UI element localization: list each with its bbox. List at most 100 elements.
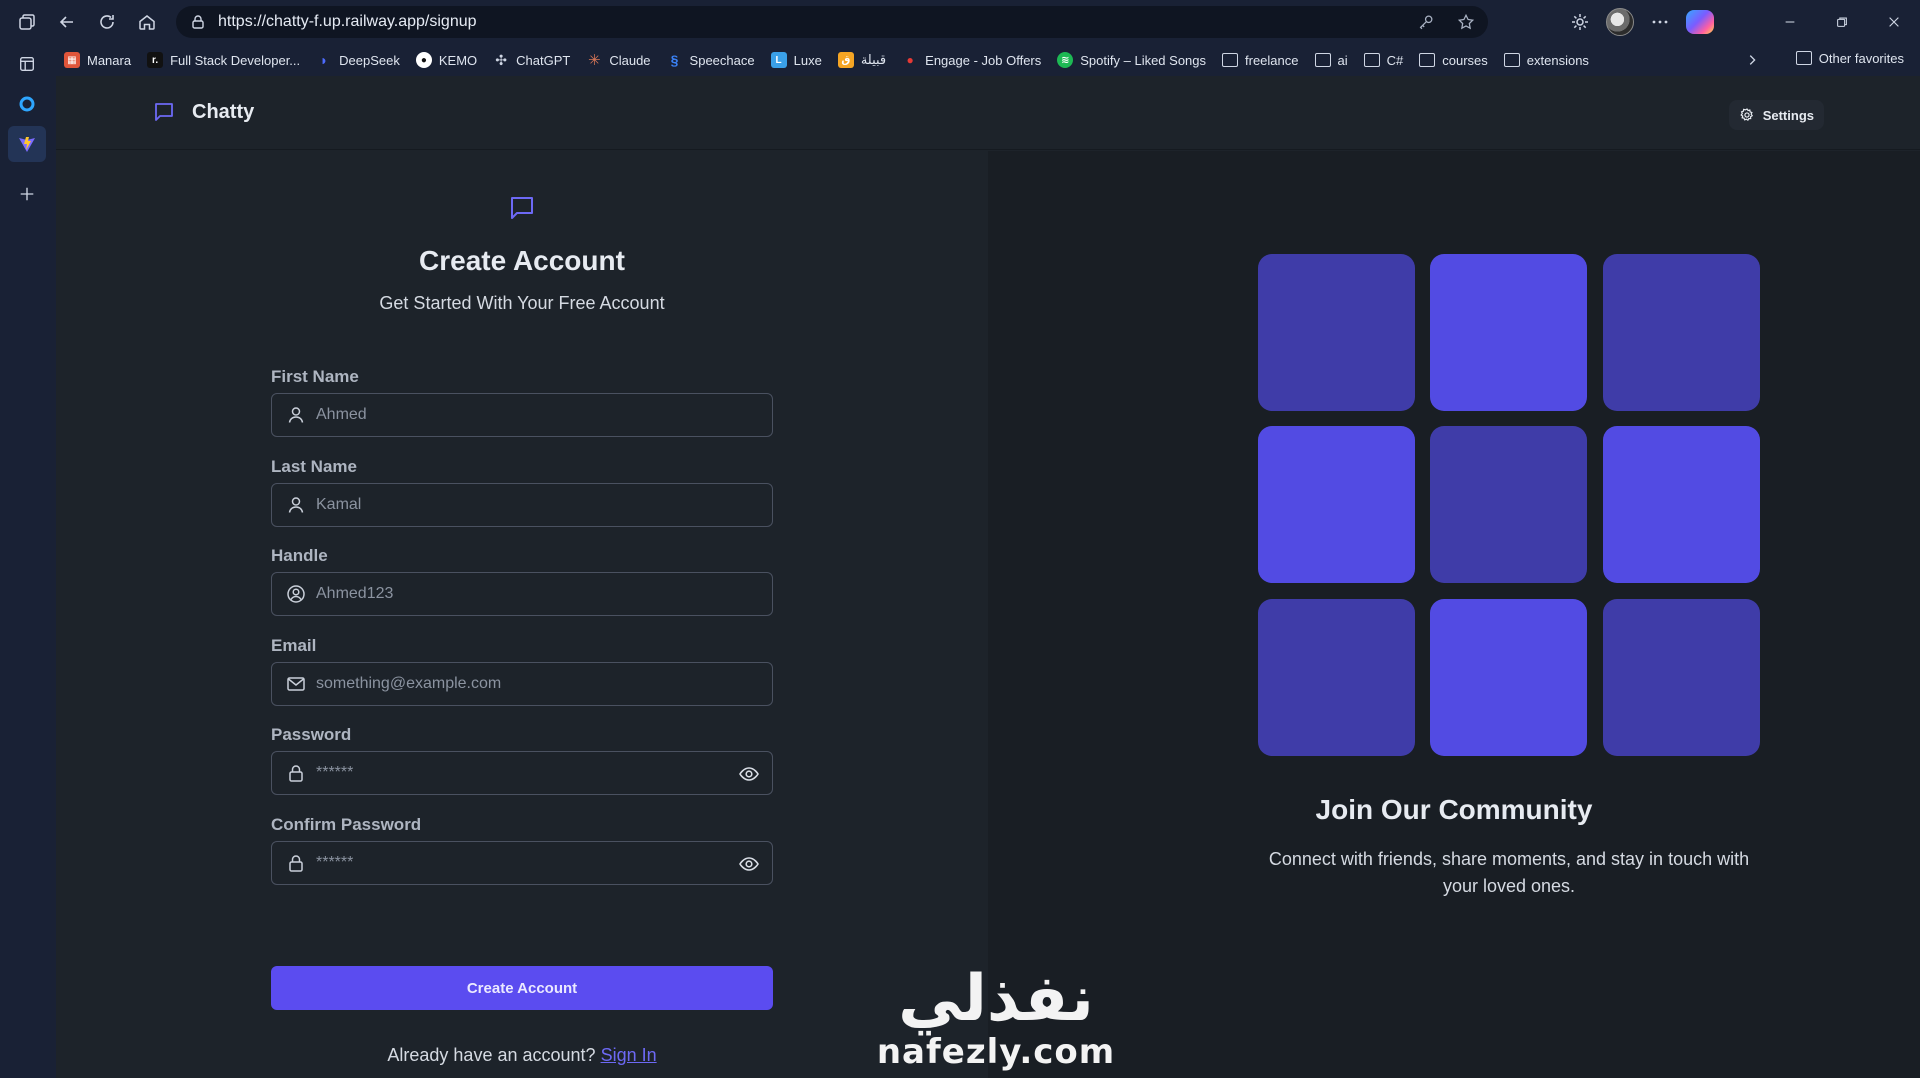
community-tile (1430, 254, 1587, 411)
watermark-arabic: نفذلي (898, 962, 1094, 1036)
sidebar-app-vite-icon[interactable] (8, 126, 46, 162)
chatgpt-icon: ✣ (495, 51, 508, 68)
password-input[interactable] (316, 752, 716, 794)
bookmark-folder-csharp[interactable]: C# (1356, 46, 1412, 74)
url-text[interactable]: https://chatty-f.up.railway.app/signup (218, 13, 477, 31)
confirm-password-input[interactable] (316, 842, 716, 884)
lock-icon (286, 853, 306, 873)
community-tile (1258, 254, 1415, 411)
browser-titlebar: https://chatty-f.up.railway.app/signup (0, 0, 1920, 44)
home-icon[interactable] (127, 2, 167, 42)
bookmark-speechace[interactable]: § Speechace (659, 46, 763, 74)
community-tile-grid (1258, 254, 1760, 756)
signup-panel: Create Account Get Started With Your Fre… (56, 151, 988, 1078)
close-icon[interactable] (1868, 0, 1920, 44)
sidebar-app-circle-icon[interactable] (8, 86, 46, 122)
luxe-icon: L (770, 52, 787, 68)
claude-icon: ✳ (588, 52, 601, 69)
email-input[interactable] (316, 663, 716, 705)
bookmark-manara[interactable]: ▦ Manara (56, 46, 139, 74)
speechace-icon: § (670, 52, 679, 68)
bookmark-folder-freelance[interactable]: freelance (1214, 46, 1306, 74)
folder-icon (1795, 51, 1812, 65)
back-icon[interactable] (47, 2, 87, 42)
community-tile (1430, 426, 1587, 583)
eye-icon[interactable] (738, 763, 760, 785)
bookmark-other-favorites[interactable]: Other favorites (1788, 44, 1912, 72)
lock-icon (286, 763, 306, 783)
bookmark-engage[interactable]: ● Engage - Job Offers (894, 46, 1049, 74)
page-title: Create Account (419, 245, 625, 276)
last-name-label: Last Name (271, 457, 357, 476)
manara-icon: ▦ (64, 52, 80, 68)
confirm-password-field: Confirm Password (271, 815, 773, 885)
bookmark-folder-extensions[interactable]: extensions (1496, 46, 1597, 74)
bookmark-folder-courses[interactable]: courses (1411, 46, 1496, 74)
user-icon (286, 495, 306, 515)
form-header: Create Account Get Started With Your Fre… (56, 193, 988, 314)
qabila-icon: ق (837, 52, 854, 68)
tab-actions-icon[interactable] (7, 2, 47, 42)
community-tile (1430, 599, 1587, 756)
folder-icon (1222, 53, 1239, 67)
eye-icon[interactable] (738, 853, 760, 875)
copilot-icon[interactable] (1680, 2, 1720, 42)
address-bar[interactable]: https://chatty-f.up.railway.app/signup (176, 6, 1488, 38)
bookmark-full-stack[interactable]: r. Full Stack Developer... (139, 46, 308, 74)
create-account-button[interactable]: Create Account (271, 966, 773, 1010)
bookmark-folder-ai[interactable]: ai (1307, 46, 1356, 74)
refresh-icon[interactable] (87, 2, 127, 42)
email-label: Email (271, 636, 317, 655)
brand-name: Chatty (192, 100, 255, 123)
browser-sidebar (0, 44, 56, 1078)
key-icon[interactable] (1414, 10, 1438, 34)
first-name-label: First Name (271, 367, 359, 386)
brand-link[interactable]: Chatty (152, 100, 254, 124)
gear-icon (1739, 108, 1753, 122)
bookmark-spotify[interactable]: ≋ Spotify – Liked Songs (1049, 46, 1214, 74)
profile-avatar[interactable] (1600, 2, 1640, 42)
bookmark-chatgpt[interactable]: ✣ ChatGPT (485, 46, 578, 74)
bookmark-qabila[interactable]: ق قبيلة (830, 46, 894, 74)
sidebar-add-icon[interactable] (8, 176, 46, 212)
handle-input[interactable] (316, 573, 716, 615)
community-tile (1603, 426, 1760, 583)
folder-icon (1314, 53, 1331, 67)
nafezly-watermark: نفذلي nafezly.com (846, 964, 1146, 1070)
user-icon (286, 405, 306, 425)
sidebar-panel-icon[interactable] (8, 46, 46, 82)
community-text: Connect with friends, share moments, and… (1268, 849, 1750, 896)
confirm-password-label: Confirm Password (271, 815, 422, 834)
folder-icon (1363, 53, 1380, 67)
community-tile (1603, 254, 1760, 411)
bookmark-kemo[interactable]: ● KEMO (408, 46, 485, 74)
watermark-latin: nafezly.com (876, 1032, 1116, 1072)
first-name-input[interactable] (316, 394, 716, 436)
user-circle-icon (286, 584, 306, 604)
settings-button[interactable]: Settings (1728, 100, 1824, 130)
community-title: Join Our Community (1315, 794, 1593, 825)
email-field: Email (271, 636, 773, 706)
more-menu-icon[interactable] (1640, 2, 1680, 42)
chevron-right-icon[interactable] (1740, 44, 1764, 76)
bookmark-claude[interactable]: ✳ Claude (578, 46, 658, 74)
favorite-star-icon[interactable] (1454, 10, 1478, 34)
chatty-page: Chatty Settings Create Account Get Start… (56, 76, 1920, 1078)
extensions-icon[interactable] (1560, 2, 1600, 42)
engage-icon: ● (906, 53, 914, 67)
github-icon: ● (415, 52, 432, 68)
last-name-input[interactable] (316, 484, 716, 526)
page-subtitle: Get Started With Your Free Account (379, 293, 665, 313)
spotify-icon: ≋ (1057, 52, 1074, 68)
bookmark-deepseek[interactable]: ◗ DeepSeek (308, 46, 408, 74)
mail-icon (286, 674, 306, 694)
folder-icon (1419, 53, 1436, 67)
app-navbar: Chatty Settings (56, 76, 1920, 150)
restore-icon[interactable] (1816, 0, 1868, 44)
folder-icon (1503, 53, 1520, 67)
last-name-field: Last Name (271, 457, 773, 527)
sign-in-link[interactable]: Sign In (601, 1045, 657, 1065)
lock-icon (190, 14, 206, 30)
minimize-icon[interactable] (1764, 0, 1816, 44)
bookmark-luxe[interactable]: L Luxe (763, 46, 830, 74)
